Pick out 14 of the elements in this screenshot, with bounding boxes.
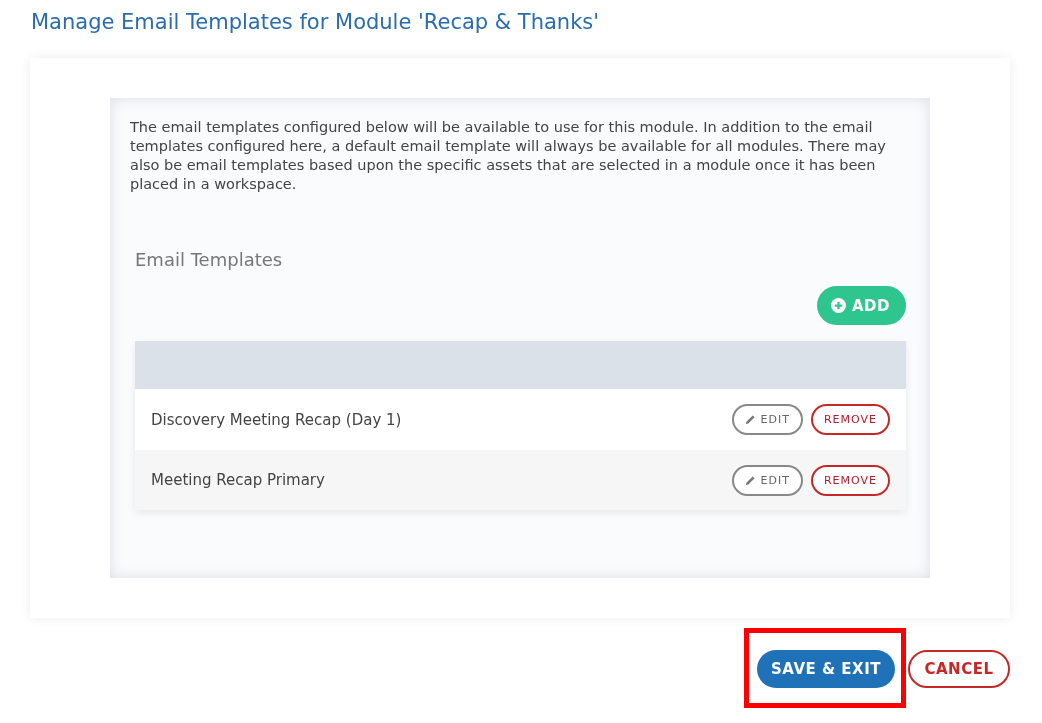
description-text: The email templates configured below will be available to use for this module. In addition to the email templates configured here, a default email template will always be available for all modules. There may also be email templates based upon the specific assets that are selected in a module once it has been placed in a workspace. <box>130 118 887 194</box>
plus-circle-icon <box>831 298 846 313</box>
section-title: Email Templates <box>135 249 284 270</box>
edit-button[interactable]: EDIT <box>731 404 803 435</box>
page-title: Manage Email Templates for Module 'Recap & Thanks' <box>31 9 601 36</box>
edit-button[interactable]: EDIT <box>731 464 803 496</box>
pencil-icon <box>744 474 756 486</box>
template-name: Discovery Meeting Recap (Day 1) <box>151 410 403 429</box>
template-name: Meeting Recap Primary <box>151 471 326 489</box>
remove-button[interactable]: REMOVE <box>810 404 890 435</box>
pencil-icon <box>744 414 756 425</box>
cancel-button[interactable]: CANCEL <box>908 650 1010 688</box>
save-exit-button[interactable]: SAVE & EXIT <box>757 650 895 688</box>
remove-button[interactable]: REMOVE <box>810 464 890 496</box>
